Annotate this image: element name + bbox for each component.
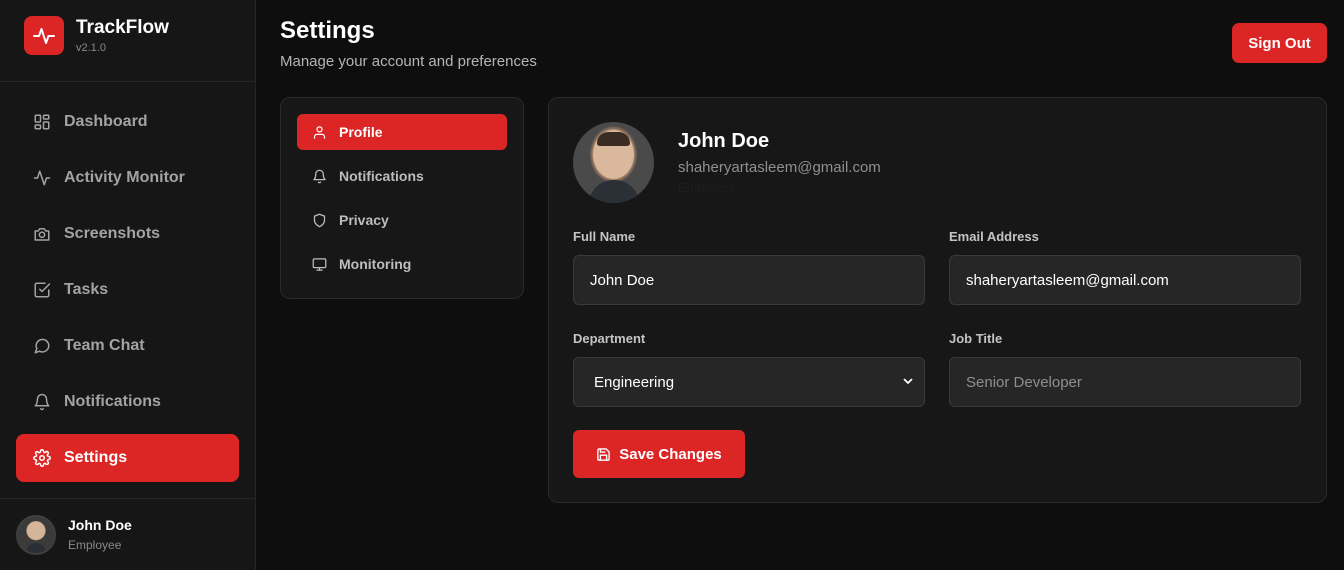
settings-tab-privacy[interactable]: Privacy	[297, 202, 507, 238]
settings-nav: Profile Notifications Privacy Monitoring	[280, 97, 524, 299]
settings-tab-label: Privacy	[339, 212, 389, 228]
settings-tab-label: Profile	[339, 124, 383, 140]
save-icon	[596, 447, 611, 462]
sidebar-item-tasks[interactable]: Tasks	[16, 266, 239, 314]
settings-tab-label: Monitoring	[339, 256, 412, 272]
brand-version: v2.1.0	[76, 42, 106, 54]
sidebar-item-notifications[interactable]: Notifications	[16, 378, 239, 426]
sidebar-item-label: Notifications	[64, 393, 161, 410]
gear-icon	[32, 448, 52, 468]
activity-icon	[32, 168, 52, 188]
sign-out-button[interactable]: Sign Out	[1232, 23, 1327, 63]
settings-tab-profile[interactable]: Profile	[297, 114, 507, 150]
job-title-label: Job Title	[949, 331, 1003, 346]
camera-icon	[32, 224, 52, 244]
page-subtitle: Manage your account and preferences	[280, 53, 537, 70]
email-field-group: Email Address shaheryartasleem@gmail.com	[949, 229, 1301, 305]
chevron-down-icon	[902, 374, 914, 391]
sidebar-item-screenshots[interactable]: Screenshots	[16, 210, 239, 258]
sidebar-item-label: Dashboard	[64, 113, 148, 130]
settings-tab-notifications[interactable]: Notifications	[297, 158, 507, 194]
department-value: Engineering	[594, 373, 675, 391]
save-button-label: Save Changes	[619, 445, 722, 463]
email-label: Email Address	[949, 229, 1039, 244]
checkbox-icon	[32, 280, 52, 300]
sidebar-item-dashboard[interactable]: Dashboard	[16, 98, 239, 146]
profile-name: John Doe	[678, 130, 770, 152]
user-profile-footer[interactable]: John Doe Employee	[0, 498, 255, 570]
user-icon	[311, 124, 327, 140]
dashboard-icon	[32, 112, 52, 132]
profile-avatar[interactable]	[573, 122, 654, 203]
job-title-field-group: Job Title Senior Developer	[949, 331, 1301, 407]
bell-icon	[32, 392, 52, 412]
user-name: John Doe	[68, 517, 132, 533]
profile-card: John Doe shaheryartasleem@gmail.com Empl…	[548, 97, 1327, 503]
shield-icon	[311, 212, 327, 228]
department-select[interactable]: Engineering	[573, 357, 925, 407]
department-field-group: Department Engineering	[573, 331, 925, 407]
pulse-logo-icon	[24, 16, 64, 55]
sidebar-item-activity-monitor[interactable]: Activity Monitor	[16, 154, 239, 202]
user-role: Employee	[68, 538, 122, 552]
sidebar-item-label: Team Chat	[64, 337, 145, 354]
full-name-field-group: Full Name John Doe	[573, 229, 925, 305]
sidebar-item-settings[interactable]: Settings	[16, 434, 239, 482]
email-field[interactable]: shaheryartasleem@gmail.com	[949, 255, 1301, 305]
sidebar-item-team-chat[interactable]: Team Chat	[16, 322, 239, 370]
full-name-label: Full Name	[573, 229, 636, 244]
job-title-input[interactable]: Senior Developer	[949, 357, 1301, 407]
brand-name: TrackFlow	[76, 17, 169, 38]
main-content: Settings Manage your account and prefere…	[256, 0, 1344, 570]
sidebar: TrackFlow v2.1.0 Dashboard Activity Moni…	[0, 0, 256, 570]
settings-tab-label: Notifications	[339, 168, 424, 184]
profile-role: Employee	[678, 180, 736, 195]
bell-icon	[311, 168, 327, 184]
profile-email: shaheryartasleem@gmail.com	[678, 159, 881, 176]
department-label: Department	[573, 331, 646, 346]
save-changes-button[interactable]: Save Changes	[573, 430, 745, 478]
app-root: TrackFlow v2.1.0 Dashboard Activity Moni…	[0, 0, 1344, 570]
sidebar-item-label: Tasks	[64, 281, 109, 298]
page-title: Settings	[280, 17, 375, 44]
avatar	[16, 514, 56, 555]
sidebar-item-label: Settings	[64, 449, 128, 466]
sidebar-item-label: Activity Monitor	[64, 169, 185, 186]
settings-tab-monitoring[interactable]: Monitoring	[297, 246, 507, 282]
sidebar-item-label: Screenshots	[64, 225, 161, 242]
sidebar-nav: Dashboard Activity Monitor Screenshots T…	[0, 82, 255, 482]
monitor-icon	[311, 256, 327, 272]
profile-header: John Doe shaheryartasleem@gmail.com Empl…	[573, 122, 881, 203]
brand: TrackFlow v2.1.0	[0, 0, 255, 82]
full-name-input[interactable]: John Doe	[573, 255, 925, 305]
chat-icon	[32, 336, 52, 356]
